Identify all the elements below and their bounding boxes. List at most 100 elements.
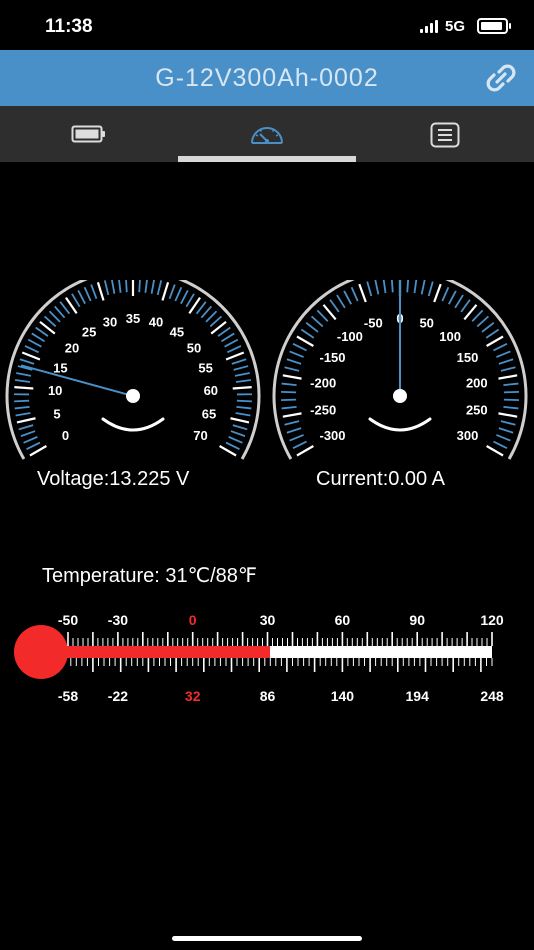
voltage-minor-tick bbox=[26, 441, 41, 451]
voltage-scale-label: 10 bbox=[48, 383, 62, 398]
current-minor-tick bbox=[406, 280, 410, 293]
celsius-label: 60 bbox=[335, 612, 351, 628]
fahrenheit-label: -22 bbox=[108, 688, 128, 704]
current-scale-label: -150 bbox=[319, 350, 345, 365]
current-minor-tick bbox=[374, 280, 380, 295]
voltage-minor-tick bbox=[18, 424, 34, 431]
voltage-major-tick bbox=[14, 386, 34, 390]
current-base-arc bbox=[368, 417, 432, 432]
current-minor-tick bbox=[286, 427, 302, 434]
voltage-minor-tick bbox=[224, 338, 239, 348]
voltage-scale-label: 35 bbox=[126, 311, 140, 326]
current-minor-tick bbox=[420, 280, 426, 295]
voltage-minor-tick bbox=[217, 326, 231, 337]
voltage-minor-tick bbox=[14, 405, 30, 410]
current-needle-hub bbox=[393, 389, 407, 403]
fahrenheit-label: 248 bbox=[480, 688, 504, 704]
voltage-scale-label: 70 bbox=[193, 428, 207, 443]
voltage-minor-tick bbox=[220, 332, 235, 343]
current-major-tick bbox=[498, 412, 518, 418]
tab-list[interactable] bbox=[356, 106, 534, 162]
current-minor-tick bbox=[284, 366, 300, 372]
voltage-minor-tick bbox=[71, 293, 81, 308]
current-major-tick bbox=[486, 335, 504, 347]
voltage-minor-tick bbox=[14, 399, 30, 403]
voltage-minor-tick bbox=[231, 358, 247, 365]
fahrenheit-label: 140 bbox=[331, 688, 355, 704]
current-minor-tick bbox=[503, 405, 519, 410]
current-minor-tick bbox=[305, 322, 319, 333]
celsius-label: 30 bbox=[260, 612, 276, 628]
thermometer: -50 -30 0 30 60 90 120 -58 -22 32 86 140 194 248 bbox=[14, 612, 504, 704]
voltage-minor-tick bbox=[236, 405, 252, 410]
current-scale-label: 250 bbox=[466, 403, 488, 418]
thermometer-mercury bbox=[40, 646, 270, 658]
current-scale-label: -200 bbox=[310, 376, 336, 391]
current-scale-label: -300 bbox=[319, 428, 345, 443]
battery-tab-icon bbox=[71, 125, 105, 143]
status-time: 11:38 bbox=[45, 16, 93, 37]
current-minor-tick bbox=[471, 309, 484, 322]
voltage-minor-tick bbox=[232, 424, 248, 431]
voltage-major-tick bbox=[21, 351, 41, 361]
voltage-minor-tick bbox=[20, 430, 36, 437]
link-button[interactable] bbox=[482, 60, 520, 96]
voltage-minor-tick bbox=[185, 293, 195, 308]
voltage-minor-tick bbox=[54, 305, 66, 319]
current-minor-tick bbox=[336, 294, 346, 309]
voltage-minor-tick bbox=[118, 280, 122, 293]
current-minor-tick bbox=[289, 434, 304, 442]
current-scale-label: -100 bbox=[337, 329, 363, 344]
current-minor-tick bbox=[289, 350, 304, 358]
current-major-tick bbox=[498, 374, 518, 380]
voltage-minor-tick bbox=[225, 441, 240, 451]
fahrenheit-label: 86 bbox=[260, 688, 276, 704]
voltage-minor-tick bbox=[48, 310, 61, 323]
tab-bar bbox=[0, 106, 534, 162]
current-minor-tick bbox=[343, 290, 352, 305]
current-minor-tick bbox=[503, 398, 519, 402]
network-label: 5G bbox=[444, 17, 465, 35]
current-minor-tick bbox=[281, 405, 297, 410]
current-minor-tick bbox=[292, 440, 307, 449]
current-minor-tick bbox=[366, 281, 373, 297]
current-minor-tick bbox=[292, 343, 307, 352]
header-bar: G-12V300Ah-0002 bbox=[0, 50, 534, 106]
celsius-label: 90 bbox=[409, 612, 425, 628]
voltage-scale-label: 5 bbox=[53, 406, 60, 421]
fahrenheit-label: 32 bbox=[185, 688, 201, 704]
voltage-base-arc bbox=[101, 417, 165, 432]
tab-battery[interactable] bbox=[0, 106, 178, 162]
temperature-reading: Temperature: 31℃/88℉ bbox=[42, 565, 257, 587]
current-major-tick bbox=[282, 374, 302, 380]
current-minor-tick bbox=[503, 390, 519, 394]
voltage-minor-tick bbox=[27, 338, 42, 348]
status-icons: 5G bbox=[419, 17, 511, 35]
link-icon bbox=[486, 64, 516, 92]
voltage-major-tick bbox=[230, 417, 250, 424]
voltage-scale-label: 65 bbox=[202, 406, 216, 421]
voltage-minor-tick bbox=[230, 430, 246, 437]
voltage-scale-label: 55 bbox=[198, 361, 212, 376]
current-minor-tick bbox=[316, 309, 329, 322]
voltage-minor-tick bbox=[125, 280, 128, 293]
voltage-minor-tick bbox=[59, 301, 71, 315]
voltage-minor-tick bbox=[90, 284, 98, 299]
voltage-major-tick bbox=[219, 445, 237, 457]
current-minor-tick bbox=[496, 350, 511, 358]
voltage-major-tick bbox=[161, 281, 170, 301]
voltage-minor-tick bbox=[103, 280, 110, 296]
voltage-rim bbox=[5, 280, 261, 460]
tab-gauge[interactable] bbox=[178, 106, 356, 162]
current-major-tick bbox=[296, 445, 314, 457]
celsius-label: 120 bbox=[480, 612, 504, 628]
voltage-minor-tick bbox=[144, 280, 148, 293]
current-major-tick bbox=[463, 304, 478, 321]
current-major-tick bbox=[486, 445, 504, 457]
current-scale-label: 50 bbox=[419, 316, 433, 331]
current-scale-label: 150 bbox=[457, 350, 479, 365]
current-minor-tick bbox=[493, 343, 508, 352]
voltage-minor-tick bbox=[43, 315, 57, 328]
voltage-minor-tick bbox=[31, 332, 46, 343]
voltage-minor-tick bbox=[19, 358, 35, 365]
